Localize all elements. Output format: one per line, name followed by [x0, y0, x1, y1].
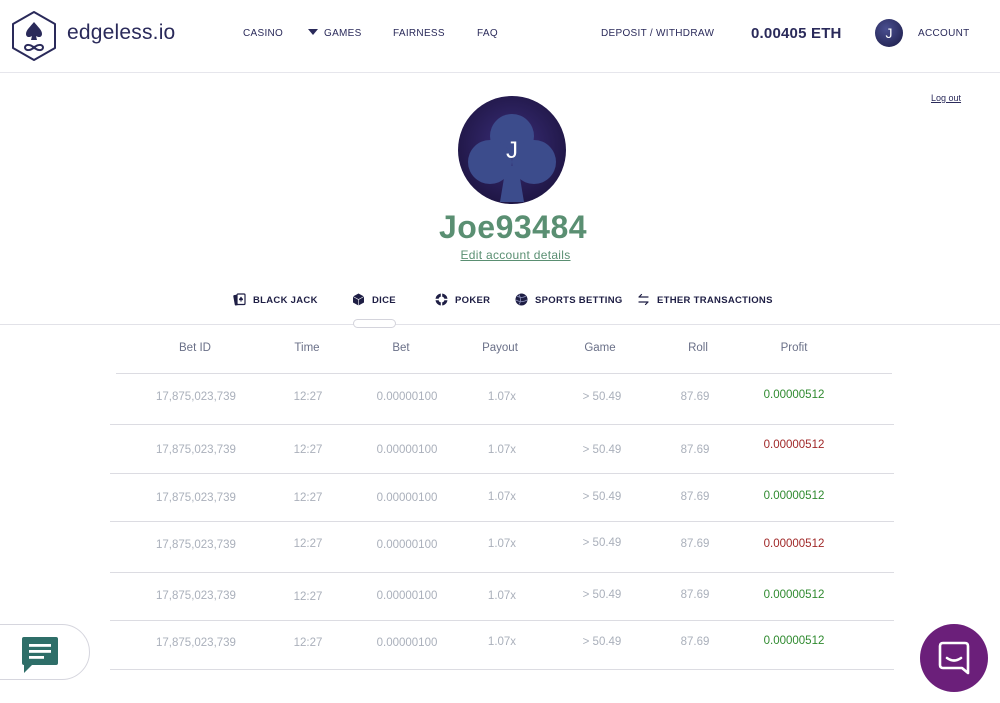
row-divider — [110, 424, 894, 425]
cell-bet: 0.00000100 — [376, 590, 438, 602]
cell-roll: 87.69 — [680, 491, 710, 503]
cell-profit: 0.00000512 — [763, 389, 825, 401]
cell-game: > 50.49 — [582, 391, 622, 403]
column-header-bet-id: Bet ID — [179, 342, 211, 354]
logout-link[interactable]: Log out — [931, 93, 961, 103]
cell-time: 12:27 — [293, 538, 323, 550]
active-tab-indicator — [353, 319, 396, 328]
cell-bet-id: 17,875,023,739 — [156, 391, 236, 403]
cell-bet-id: 17,875,023,739 — [156, 492, 236, 504]
cell-time: 12:27 — [293, 591, 323, 603]
tab-label: DICE — [372, 295, 396, 306]
cell-game: > 50.49 — [582, 537, 622, 549]
cell-bet: 0.00000100 — [376, 492, 438, 504]
tab-label: ETHER TRANSACTIONS — [657, 295, 773, 306]
cell-profit: 0.00000512 — [763, 490, 825, 502]
ball-icon — [515, 293, 528, 306]
cell-profit: 0.00000512 — [763, 635, 825, 647]
column-header-roll: Roll — [688, 342, 708, 354]
cell-roll: 87.69 — [680, 538, 710, 550]
eth-balance: 0.00405 ETH — [751, 25, 842, 42]
account-avatar[interactable]: J — [875, 19, 903, 47]
column-header-profit: Profit — [780, 342, 808, 354]
cell-roll: 87.69 — [680, 589, 710, 601]
cell-roll: 87.69 — [680, 391, 710, 403]
support-chat-icon — [938, 641, 970, 675]
support-chat-button[interactable] — [920, 624, 988, 692]
edgeless-logo-icon[interactable] — [10, 10, 58, 62]
cell-profit: 0.00000512 — [763, 439, 825, 451]
cell-bet-id: 17,875,023,739 — [156, 590, 236, 602]
top-header: edgeless.io CASINO GAMES FAIRNESS FAQ DE… — [0, 0, 1000, 73]
cell-payout: 1.07x — [487, 444, 517, 456]
cell-time: 12:27 — [293, 444, 323, 456]
row-divider — [110, 521, 894, 522]
cell-bet-id: 17,875,023,739 — [156, 637, 236, 649]
cell-payout: 1.07x — [487, 391, 517, 403]
tab-label: SPORTS BETTING — [535, 295, 623, 306]
column-header-game: Game — [584, 342, 616, 354]
tab-black-jack[interactable]: BLACK JACK — [233, 293, 318, 309]
cell-bet-id: 17,875,023,739 — [156, 444, 236, 456]
table-header-divider — [116, 373, 892, 374]
cell-time: 12:27 — [293, 637, 323, 649]
cell-payout: 1.07x — [487, 538, 517, 550]
username: Joe93484 — [438, 209, 588, 245]
cell-roll: 87.69 — [680, 636, 710, 648]
caret-down-icon — [308, 29, 318, 35]
tab-label: BLACK JACK — [253, 295, 318, 306]
cell-game: > 50.49 — [582, 636, 622, 648]
tab-label: POKER — [455, 295, 491, 306]
profile-avatar: J — [458, 96, 566, 204]
nav-games-label: GAMES — [324, 28, 362, 39]
tab-poker[interactable]: POKER — [435, 293, 490, 309]
transfer-arrows-icon — [638, 293, 649, 306]
tab-dice[interactable]: DICE — [352, 293, 396, 309]
tab-sports-betting[interactable]: SPORTS BETTING — [515, 293, 623, 309]
brand-name[interactable]: edgeless.io — [67, 21, 175, 45]
tabs-divider — [0, 324, 1000, 325]
nav-games[interactable]: GAMES — [308, 28, 362, 39]
nav-fairness[interactable]: FAIRNESS — [393, 28, 445, 39]
tab-ether-transactions[interactable]: ETHER TRANSACTIONS — [637, 293, 773, 309]
cell-game: > 50.49 — [582, 444, 622, 456]
column-header-payout: Payout — [482, 342, 518, 354]
cell-profit: 0.00000512 — [763, 589, 825, 601]
nav-faq[interactable]: FAQ — [477, 28, 498, 39]
row-divider — [110, 620, 894, 621]
edit-account-link[interactable]: Edit account details — [0, 248, 1000, 262]
cell-game: > 50.49 — [582, 589, 622, 601]
row-divider — [110, 473, 894, 474]
row-divider — [110, 669, 894, 670]
row-divider — [110, 572, 894, 573]
cell-time: 12:27 — [293, 391, 323, 403]
cell-profit: 0.00000512 — [763, 538, 825, 550]
cell-payout: 1.07x — [487, 590, 517, 602]
nav-deposit-withdraw[interactable]: DEPOSIT / WITHDRAW — [601, 28, 714, 39]
cell-bet: 0.00000100 — [376, 444, 438, 456]
chat-bubble-icon[interactable] — [20, 636, 60, 674]
cell-roll: 87.69 — [680, 444, 710, 456]
profile-initial: J — [506, 137, 518, 164]
cell-bet: 0.00000100 — [376, 539, 438, 551]
column-header-bet: Bet — [392, 342, 410, 354]
column-header-time: Time — [294, 342, 320, 354]
nav-casino[interactable]: CASINO — [243, 28, 283, 39]
cell-payout: 1.07x — [487, 491, 517, 503]
cell-bet-id: 17,875,023,739 — [156, 539, 236, 551]
cell-bet: 0.00000100 — [376, 391, 438, 403]
cell-game: > 50.49 — [582, 491, 622, 503]
blackjack-cards-icon — [233, 293, 246, 306]
cell-payout: 1.07x — [487, 636, 517, 648]
cell-time: 12:27 — [293, 492, 323, 504]
cell-bet: 0.00000100 — [376, 637, 438, 649]
nav-account[interactable]: ACCOUNT — [918, 28, 970, 39]
poker-chip-icon — [435, 293, 448, 306]
dice-icon — [352, 293, 365, 306]
